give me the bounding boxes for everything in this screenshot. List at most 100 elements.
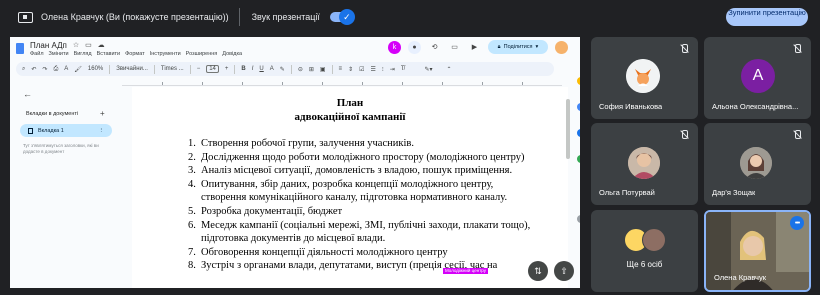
scrollbar[interactable]	[566, 99, 570, 159]
presentation-bar: Олена Кравчук (Ви (покажусте презентацію…	[0, 0, 820, 34]
mic-off-icon	[792, 44, 802, 54]
page-title: План адвокаційної кампанії	[132, 96, 568, 124]
ruler-tick	[442, 82, 443, 85]
divider	[189, 64, 191, 74]
underline-icon[interactable]: U	[259, 66, 263, 72]
list-item: 6. Меседж кампанії (соціальні мережі, ЗМІ…	[188, 219, 538, 246]
bulleted-list-icon[interactable]: ☰	[370, 66, 375, 73]
numbered-list-icon[interactable]: ⁝	[382, 66, 384, 73]
history-icon[interactable]: ⟲	[428, 41, 441, 54]
participant-name: Ольга Потурвай	[599, 188, 655, 197]
ruler-tick	[322, 82, 323, 85]
document-page[interactable]: План адвокаційної кампанії 1. Створення р…	[132, 87, 568, 288]
participant-name: Олена Кравчук	[714, 273, 766, 282]
font-select[interactable]: Times ...	[161, 66, 184, 72]
link-icon[interactable]: ⊝	[298, 66, 303, 73]
divider	[331, 64, 333, 74]
more-vert-icon[interactable]: ⋮	[99, 128, 105, 134]
participant-tile[interactable]: А Альона Олександрівна...	[704, 37, 811, 119]
collaborator-avatar[interactable]: k	[388, 40, 401, 54]
list-number: 1.	[188, 138, 196, 149]
keep-icon[interactable]	[577, 77, 580, 85]
sound-label: Звук презентації	[251, 12, 320, 22]
bold-icon[interactable]: B	[241, 66, 245, 72]
clear-formatting-icon[interactable]: T̸	[401, 66, 405, 72]
participant-name: Альона Олександрівна...	[712, 102, 799, 111]
participant-tile[interactable]: Дар'я Зощак	[704, 123, 811, 205]
participant-tile[interactable]: София Иванькова	[591, 37, 698, 119]
ruler-tick	[162, 82, 163, 85]
menu-format[interactable]: Формат	[125, 51, 145, 57]
menu-edit[interactable]: Змінити	[49, 51, 69, 57]
undo-icon[interactable]: ↶	[31, 66, 36, 73]
meet-window: Олена Кравчук (Ви (покажусте презентацію…	[0, 0, 820, 295]
indent-icon[interactable]: ⇥	[390, 66, 395, 73]
collaborator-avatar[interactable]: ●	[408, 40, 421, 54]
sound-toggle[interactable]: ✓	[329, 9, 355, 25]
ruler[interactable]	[122, 79, 562, 86]
line-spacing-icon[interactable]: ⇕	[348, 66, 353, 73]
zoom-select[interactable]: 160%	[88, 66, 103, 72]
explore-icon[interactable]: ⇅	[528, 261, 548, 281]
insert-comment-icon[interactable]: ⊞	[309, 66, 314, 73]
menu-help[interactable]: Довідка	[222, 51, 242, 57]
shared-document: План АДп ☆ ▭ ☁ Файл Змінити Вигляд Встав…	[10, 37, 580, 288]
add-tab-icon[interactable]: +	[100, 109, 105, 118]
more-participants-label: Ще 6 осіб	[626, 260, 663, 269]
more-options-icon[interactable]: •••	[790, 216, 804, 230]
menu-view[interactable]: Вигляд	[74, 51, 92, 57]
add-ons-icon[interactable]	[577, 215, 580, 223]
checklist-icon[interactable]: ☑	[359, 66, 364, 73]
more-participants-tile[interactable]: Ще 6 осіб	[591, 210, 698, 292]
paint-format-icon[interactable]: 🖌︎	[74, 66, 82, 73]
highlight-icon[interactable]: ✎	[280, 66, 285, 73]
account-avatar[interactable]	[555, 40, 568, 54]
list-text: Обговорення концепції діяльності молодіж…	[201, 246, 448, 258]
divider	[290, 64, 292, 74]
insert-image-icon[interactable]: ▣	[320, 66, 326, 73]
share-fab-icon[interactable]: ⇧	[554, 261, 574, 281]
spellcheck-icon[interactable]: A	[64, 66, 68, 72]
collapse-menus-icon[interactable]: ⌃	[447, 66, 452, 73]
list-text: Створення робочої групи, залучення учасн…	[201, 138, 414, 149]
stop-presenting-button[interactable]: Зупинити презентацію	[726, 8, 808, 26]
menu-file[interactable]: Файл	[30, 51, 44, 57]
menu-extensions[interactable]: Розширення	[186, 51, 218, 57]
maps-icon[interactable]	[577, 155, 580, 163]
participant-tile[interactable]: Ольга Потурвай	[591, 123, 698, 205]
self-video-tile[interactable]: ••• Олена Кравчук	[704, 210, 811, 292]
italic-icon[interactable]: I	[252, 66, 254, 72]
doc-title[interactable]: План АДп	[30, 41, 67, 50]
avatar	[740, 147, 772, 179]
star-move-cloud-icons[interactable]: ☆ ▭ ☁	[73, 41, 107, 49]
editing-mode-icon[interactable]: ✎▾	[425, 66, 433, 73]
font-size-input[interactable]: 14	[206, 65, 219, 73]
tabs-heading: Вкладки в документі	[26, 111, 79, 117]
menu-tools[interactable]: Інструменти	[150, 51, 181, 57]
grouped-avatars	[624, 228, 668, 254]
menu-insert[interactable]: Вставити	[97, 51, 121, 57]
align-icon[interactable]: ≡	[339, 66, 343, 72]
side-panel-rail	[574, 75, 580, 275]
presenter-title: Олена Кравчук (Ви (покажусте презентацію…	[41, 12, 229, 22]
list-number: 8.	[188, 260, 196, 272]
print-icon[interactable]: ⎙	[53, 66, 58, 73]
share-button[interactable]: 🔒︎ Поділитися ▾	[488, 40, 548, 54]
style-select[interactable]: Звичайни...	[116, 66, 148, 72]
comment-icon[interactable]: ▭	[448, 41, 461, 54]
contacts-icon[interactable]	[577, 129, 580, 137]
search-icon[interactable]: ⌕	[22, 66, 25, 73]
tasks-icon[interactable]	[577, 103, 580, 111]
avatar	[626, 59, 660, 93]
ruler-tick	[402, 82, 403, 85]
back-arrow-icon[interactable]: ←	[23, 89, 32, 99]
list-number: 7.	[188, 246, 196, 258]
video-call-icon[interactable]: ▶	[468, 41, 481, 54]
tab-icon	[28, 127, 33, 134]
redo-icon[interactable]: ↷	[42, 66, 47, 73]
font-size-increase-icon[interactable]: +	[225, 66, 229, 72]
text-color-icon[interactable]: A	[270, 66, 274, 72]
list-item: 1. Створення робочої групи, залучення уча…	[188, 137, 538, 151]
font-size-decrease-icon[interactable]: −	[197, 66, 201, 72]
tab-1[interactable]: Вкладка 1 ⋮	[20, 124, 112, 137]
